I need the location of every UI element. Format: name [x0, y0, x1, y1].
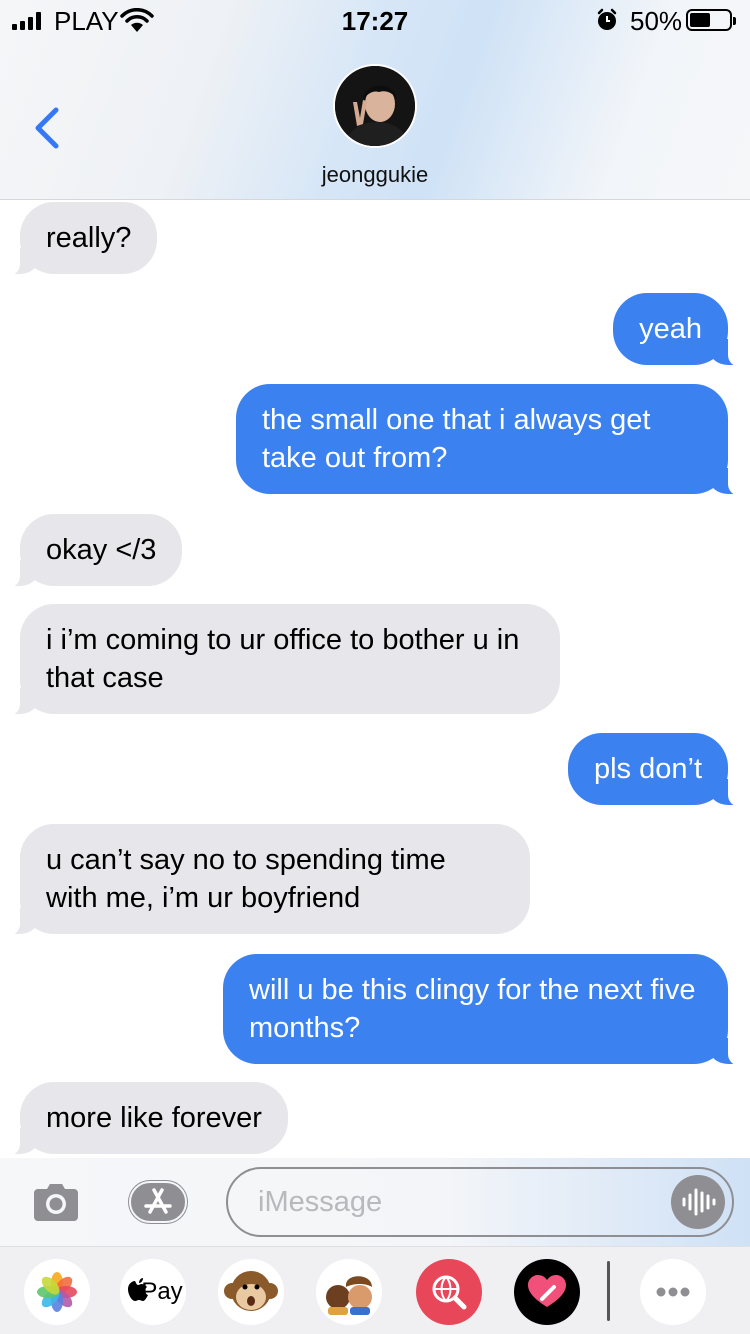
- contact-name[interactable]: jeonggukie: [0, 162, 750, 188]
- contact-avatar[interactable]: [333, 64, 417, 148]
- incoming-message-bubble[interactable]: more like forever: [0, 1082, 288, 1156]
- imessage-input[interactable]: [226, 1167, 734, 1237]
- waveform-icon: [682, 1188, 716, 1216]
- status-bar: PLAY 17:27 50%: [0, 0, 750, 40]
- more-apps-button[interactable]: [640, 1259, 706, 1325]
- globe-search-icon: [432, 1275, 467, 1310]
- message-text: the small one that i always get take out…: [262, 404, 651, 474]
- audio-message-button[interactable]: [671, 1175, 725, 1229]
- memoji-app-button[interactable]: [316, 1259, 382, 1325]
- memoji-faces-icon: [326, 1276, 372, 1315]
- battery-percentage: 50%: [630, 6, 683, 36]
- incoming-message-bubble[interactable]: okay </3: [0, 514, 183, 588]
- ellipsis-icon: [656, 1287, 690, 1297]
- incoming-message-bubble[interactable]: u can’t say no to spending time with me,…: [0, 824, 530, 936]
- message-text: will u be this clingy for the next five …: [249, 974, 696, 1044]
- back-chevron-icon[interactable]: [30, 106, 66, 150]
- outgoing-message-bubble[interactable]: pls don’t: [567, 733, 749, 807]
- apple-pay-app-button[interactable]: Pay: [120, 1259, 186, 1325]
- message-text: yeah: [639, 313, 702, 345]
- incoming-message-bubble[interactable]: i i’m coming to ur office to bother u in…: [0, 604, 560, 716]
- imessage-app-drawer: Pay: [0, 1246, 750, 1334]
- animoji-app-button[interactable]: [218, 1259, 284, 1325]
- outgoing-message-bubble[interactable]: yeah: [613, 293, 748, 367]
- message-text: more like forever: [46, 1102, 262, 1134]
- contact-photo: [335, 66, 415, 146]
- camera-icon[interactable]: [32, 1179, 80, 1223]
- heart-touch-icon: [528, 1275, 566, 1307]
- drawer-divider: [607, 1261, 610, 1321]
- conversation-header: PLAY 17:27 50% jeonggukie: [0, 0, 750, 200]
- apple-pay-label: Pay: [141, 1278, 183, 1305]
- message-thread[interactable]: really? yeah the small one that i always…: [0, 200, 750, 1158]
- message-text: i i’m coming to ur office to bother u in…: [46, 624, 520, 694]
- message-text: okay </3: [46, 534, 157, 566]
- message-text: really?: [46, 222, 132, 254]
- alarm-icon: [597, 8, 617, 30]
- battery-icon: [686, 9, 736, 31]
- incoming-message-bubble[interactable]: really?: [0, 202, 158, 276]
- outgoing-message-bubble[interactable]: the small one that i always get take out…: [236, 384, 748, 496]
- monkey-face-icon: [224, 1271, 278, 1311]
- app-store-icon[interactable]: [126, 1178, 190, 1226]
- photos-app-button[interactable]: [24, 1259, 90, 1325]
- outgoing-message-bubble[interactable]: will u be this clingy for the next five …: [223, 954, 748, 1066]
- message-text: pls don’t: [593, 753, 702, 785]
- web-search-app-button[interactable]: [416, 1259, 482, 1325]
- digital-touch-app-button[interactable]: [514, 1259, 580, 1325]
- message-text: u can’t say no to spending time with me,…: [46, 844, 446, 914]
- compose-bar: [0, 1158, 750, 1246]
- photos-flower-icon: [37, 1272, 77, 1312]
